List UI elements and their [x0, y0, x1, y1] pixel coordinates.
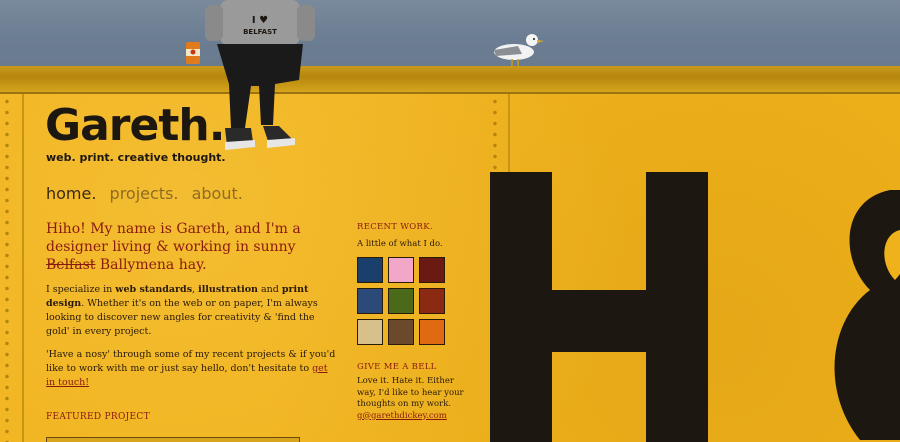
nav-home[interactable]: home.: [46, 184, 96, 203]
p2-text: 'Have a nosy' through some of my recent …: [46, 349, 336, 374]
seagull-illustration: [494, 34, 544, 66]
specialize-paragraph: I specialize in web standards, illustrat…: [46, 283, 336, 339]
work-thumbnail[interactable]: [419, 319, 445, 345]
nav-about[interactable]: about.: [192, 184, 243, 203]
intro-part-2: Ballymena hay.: [95, 257, 207, 273]
p1-text-4: . Whether it's on the web or on paper, I…: [46, 298, 318, 337]
intro-struck-word: Belfast: [46, 257, 96, 273]
work-thumbnail[interactable]: [388, 319, 414, 345]
featured-project-frame[interactable]: [46, 437, 300, 442]
featured-project-heading: FEATURED PROJECT: [46, 412, 150, 422]
recent-work-subtitle: A little of what I do.: [357, 239, 443, 249]
contact-heading: GIVE ME A BELL: [357, 362, 437, 372]
contact-text: Love it. Hate it. Either way, I'd like t…: [357, 376, 467, 422]
ampersand-graphic: [834, 190, 900, 440]
sky-background: [0, 0, 900, 66]
p1-text-3: and: [257, 284, 282, 295]
work-thumbnail[interactable]: [419, 288, 445, 314]
soda-can-illustration: [186, 42, 200, 64]
work-thumbnail[interactable]: [357, 288, 383, 314]
panel-seam-left: [22, 94, 24, 442]
main-nav: home. projects. about.: [46, 184, 251, 203]
p1-bold-2: illustration: [198, 284, 258, 295]
work-thumbnail[interactable]: [388, 288, 414, 314]
nav-projects[interactable]: projects.: [110, 184, 179, 203]
svg-text:I ♥: I ♥: [252, 15, 268, 26]
nosy-paragraph: 'Have a nosy' through some of my recent …: [46, 348, 336, 390]
wall-ledge: [0, 66, 900, 94]
p1-bold-1: web standards: [115, 284, 193, 295]
contact-blurb: Love it. Hate it. Either way, I'd like t…: [357, 376, 464, 409]
intro-part-1: Hiho! My name is Gareth, and I'm a desig…: [46, 221, 301, 255]
big-h-graphic: [490, 172, 710, 442]
site-logo[interactable]: Gareth.: [45, 100, 225, 151]
work-thumbnail[interactable]: [357, 319, 383, 345]
work-thumbnail[interactable]: [419, 257, 445, 283]
recent-work-heading: RECENT WORK.: [357, 222, 433, 232]
recent-work-thumbnails: [357, 257, 447, 345]
tshirt-text: BELFAST: [243, 28, 277, 36]
email-link[interactable]: g@garethdickey.com: [357, 411, 447, 421]
work-thumbnail[interactable]: [357, 257, 383, 283]
rivets-left: [4, 96, 10, 442]
intro-text: Hiho! My name is Gareth, and I'm a desig…: [46, 220, 336, 274]
p1-text-1: I specialize in: [46, 284, 116, 295]
work-thumbnail[interactable]: [388, 257, 414, 283]
site-tagline: web. print. creative thought.: [46, 151, 226, 164]
